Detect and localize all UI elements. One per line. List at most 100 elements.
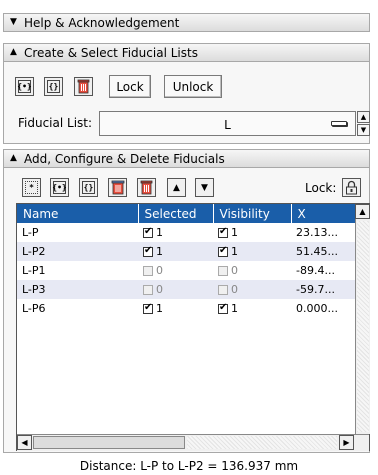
fiducial-list-select[interactable]: L bbox=[99, 111, 356, 136]
column-header-selected[interactable]: Selected bbox=[138, 204, 214, 223]
selected-checkbox[interactable] bbox=[143, 245, 153, 257]
visibility-checkbox[interactable] bbox=[218, 245, 228, 257]
add-fiducial-button[interactable]: * bbox=[22, 178, 41, 197]
unlock-list-button[interactable]: Unlock bbox=[164, 75, 222, 98]
table-row[interactable]: L-P6 1 1 0.000... bbox=[17, 299, 355, 318]
visibility-checkbox[interactable] bbox=[218, 285, 228, 295]
cell-visibility[interactable]: 1 bbox=[213, 242, 291, 261]
fiducial-in-braces-icon: {•} bbox=[52, 181, 67, 194]
selected-value: 1 bbox=[156, 302, 163, 315]
lock-list-button[interactable]: Lock bbox=[109, 75, 151, 98]
visibility-value: 0 bbox=[231, 283, 238, 296]
create-section-label: Create & Select Fiducial Lists bbox=[24, 45, 198, 60]
visibility-value: 1 bbox=[231, 245, 238, 258]
horizontal-scroll-track[interactable] bbox=[187, 436, 337, 449]
arrow-down-icon: ▼ bbox=[201, 182, 208, 193]
delete-list-button[interactable] bbox=[74, 77, 93, 96]
cell-selected[interactable]: 0 bbox=[138, 280, 213, 299]
fiducial-list-value: L bbox=[224, 118, 231, 132]
cell-name[interactable]: L-P6 bbox=[17, 299, 138, 318]
cell-selected[interactable]: 1 bbox=[138, 299, 213, 318]
selected-checkbox[interactable] bbox=[143, 266, 153, 276]
spinner-down-icon[interactable]: ▼ bbox=[357, 124, 370, 136]
fiducials-lock-button[interactable] bbox=[342, 178, 361, 197]
collapse-arrow-icon: ▼ bbox=[10, 17, 17, 27]
table-row[interactable]: L-P 1 1 23.13... bbox=[17, 223, 355, 242]
empty-braces-icon: {} bbox=[82, 181, 95, 194]
fiducials-grid: Name Selected Visibility X L-P 1 1 23.13… bbox=[17, 204, 356, 318]
selected-checkbox[interactable] bbox=[143, 302, 153, 314]
cell-selected[interactable]: 1 bbox=[138, 242, 213, 261]
column-header-name[interactable]: Name bbox=[17, 204, 139, 223]
cell-name[interactable]: L-P2 bbox=[17, 242, 138, 261]
create-list-icon: {•} bbox=[17, 80, 32, 93]
cell-selected[interactable]: 1 bbox=[138, 223, 213, 242]
horizontal-scroll-thumb[interactable] bbox=[33, 436, 185, 449]
fiducial-list-spinner[interactable]: ▲ ▼ bbox=[357, 111, 370, 136]
delete-selected-button[interactable] bbox=[108, 178, 127, 197]
trash-icon bbox=[77, 79, 90, 94]
vertical-scroll-track[interactable] bbox=[357, 221, 369, 432]
cell-visibility[interactable]: 0 bbox=[213, 261, 291, 280]
expand-arrow-icon: ▲ bbox=[10, 153, 17, 163]
cell-x[interactable]: 23.13... bbox=[291, 223, 355, 242]
scroll-right-icon[interactable]: ▶ bbox=[339, 435, 354, 450]
cell-selected[interactable]: 0 bbox=[138, 261, 213, 280]
empty-fiducials-button[interactable]: {} bbox=[79, 178, 98, 197]
fiducial-list-label: Fiducial List: bbox=[18, 116, 93, 130]
empty-list-icon: {} bbox=[47, 80, 60, 93]
scroll-left-icon[interactable]: ◀ bbox=[17, 435, 32, 450]
add-fiducial-list-button[interactable]: {•} bbox=[50, 178, 69, 197]
selected-checkbox[interactable] bbox=[143, 226, 153, 238]
help-section-header[interactable]: ▼ Help & Acknowledgement bbox=[3, 13, 370, 32]
cell-visibility[interactable]: 1 bbox=[213, 299, 291, 318]
scroll-up-icon[interactable]: ▲ bbox=[355, 204, 370, 219]
spinner-up-icon[interactable]: ▲ bbox=[357, 111, 370, 123]
create-list-button[interactable]: {•} bbox=[15, 77, 34, 96]
cell-x[interactable]: 0.000... bbox=[291, 299, 355, 318]
fiducials-lock-label: Lock: bbox=[305, 181, 337, 195]
add-section-label: Add, Configure & Delete Fiducials bbox=[24, 151, 225, 166]
cell-x[interactable]: -59.7... bbox=[291, 280, 355, 299]
table-row[interactable]: L-P3 0 0 -59.7... bbox=[17, 280, 355, 299]
help-section-label: Help & Acknowledgement bbox=[24, 15, 180, 30]
column-header-x[interactable]: X bbox=[291, 204, 356, 223]
cell-visibility[interactable]: 1 bbox=[213, 223, 291, 242]
vertical-scrollbar[interactable]: ▲ bbox=[355, 204, 370, 434]
table-row[interactable]: L-P1 0 0 -89.4... bbox=[17, 261, 355, 280]
visibility-value: 1 bbox=[231, 226, 238, 239]
selected-value: 1 bbox=[156, 245, 163, 258]
trash-icon bbox=[140, 180, 153, 195]
visibility-checkbox[interactable] bbox=[218, 266, 228, 276]
cell-x[interactable]: -89.4... bbox=[291, 261, 355, 280]
delete-selected-icon bbox=[111, 180, 124, 195]
distance-status: Distance: L-P to L-P2 = 136.937 mm bbox=[79, 459, 299, 473]
move-up-button[interactable]: ▲ bbox=[167, 178, 186, 197]
cell-name[interactable]: L-P1 bbox=[17, 261, 138, 280]
table-row[interactable]: L-P2 1 1 51.45... bbox=[17, 242, 355, 261]
cell-name[interactable]: L-P3 bbox=[17, 280, 138, 299]
table-header-row: Name Selected Visibility X bbox=[17, 204, 356, 223]
visibility-checkbox[interactable] bbox=[218, 226, 228, 238]
arrow-up-icon: ▲ bbox=[173, 182, 180, 193]
selected-value: 1 bbox=[156, 226, 163, 239]
create-section-header[interactable]: ▲ Create & Select Fiducial Lists bbox=[3, 43, 370, 62]
selected-value: 0 bbox=[156, 264, 163, 277]
cell-visibility[interactable]: 0 bbox=[213, 280, 291, 299]
visibility-checkbox[interactable] bbox=[218, 302, 228, 314]
horizontal-scrollbar[interactable]: ◀ ▶ bbox=[17, 434, 369, 451]
dropdown-icon bbox=[331, 121, 347, 126]
column-header-visibility[interactable]: Visibility bbox=[213, 204, 292, 223]
move-down-button[interactable]: ▼ bbox=[195, 178, 214, 197]
add-section-header[interactable]: ▲ Add, Configure & Delete Fiducials bbox=[3, 149, 370, 168]
lock-icon bbox=[346, 180, 357, 195]
delete-fiducial-button[interactable] bbox=[137, 178, 156, 197]
cell-name[interactable]: L-P bbox=[17, 223, 138, 242]
fiducials-table[interactable]: Name Selected Visibility X L-P 1 1 23.13… bbox=[16, 203, 370, 451]
selected-checkbox[interactable] bbox=[143, 285, 153, 295]
visibility-value: 1 bbox=[231, 302, 238, 315]
cell-x[interactable]: 51.45... bbox=[291, 242, 355, 261]
selected-value: 0 bbox=[156, 283, 163, 296]
add-fiducial-icon: * bbox=[25, 181, 38, 194]
new-list-button[interactable]: {} bbox=[44, 77, 63, 96]
